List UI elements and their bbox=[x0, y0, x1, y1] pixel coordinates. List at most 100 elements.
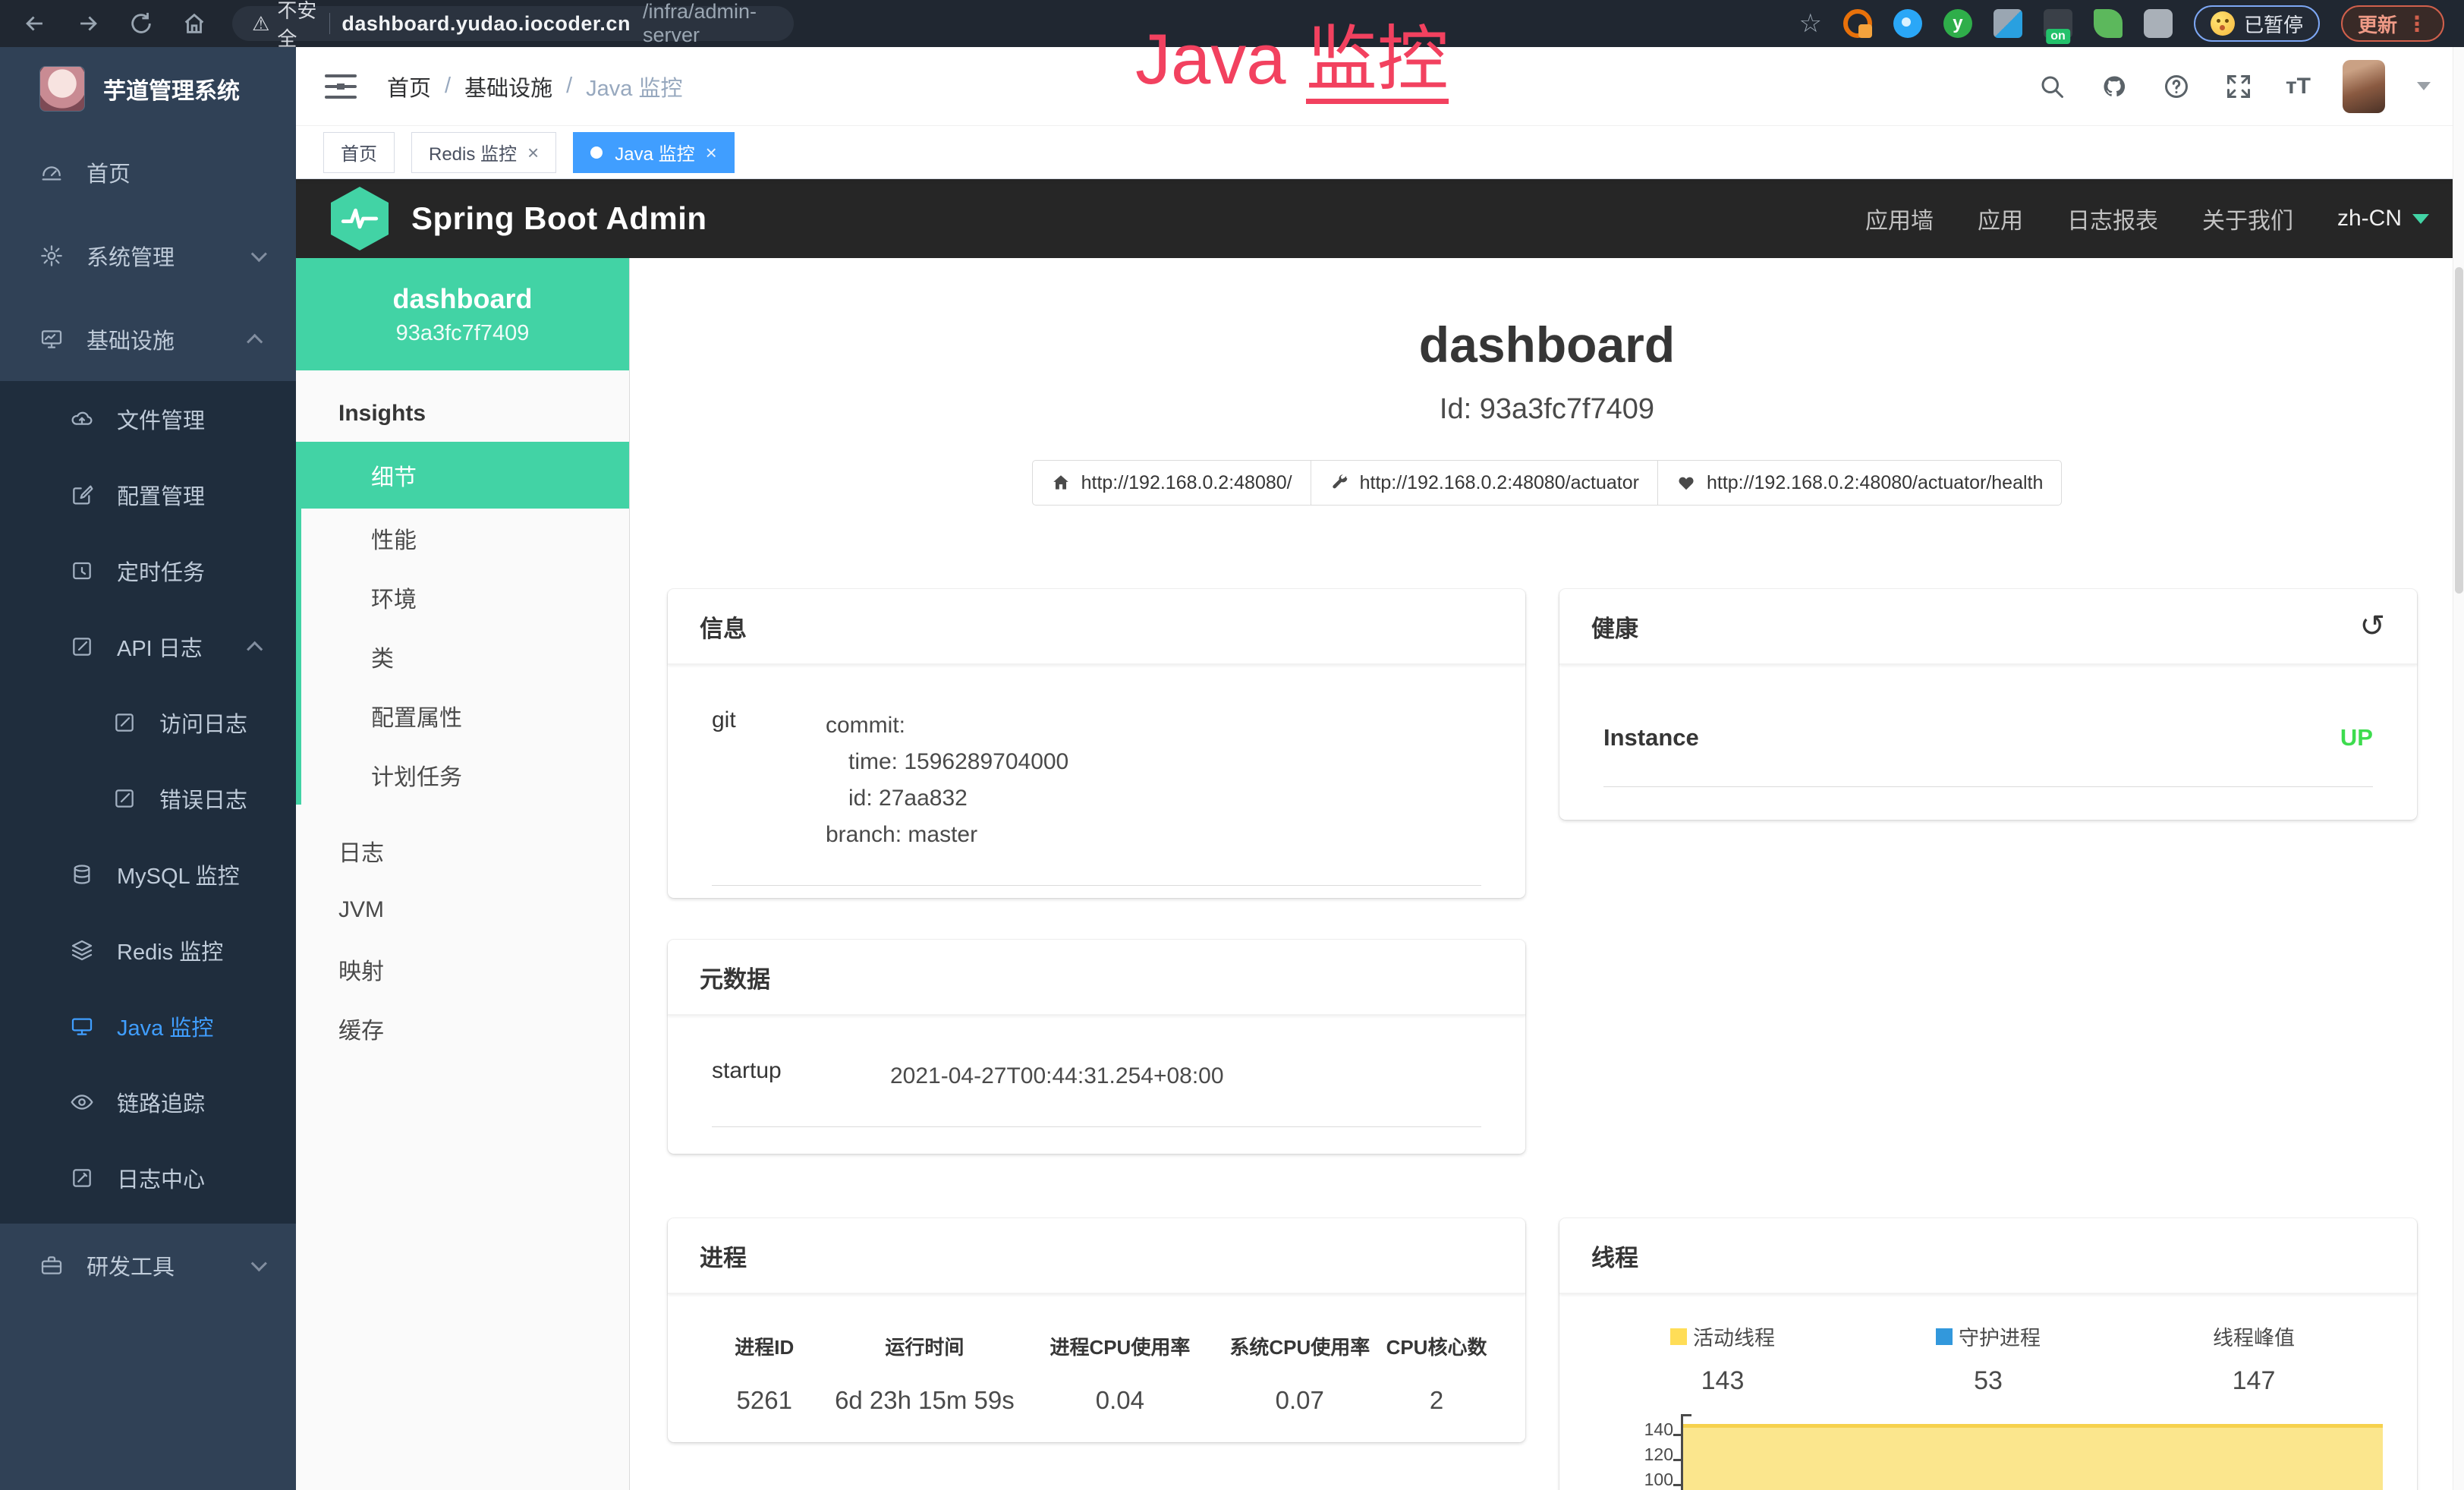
history-icon[interactable]: ↺ bbox=[2359, 609, 2385, 644]
question-icon[interactable] bbox=[2161, 71, 2192, 102]
paused-button[interactable]: 已暂停 bbox=[2194, 5, 2320, 42]
tag-java-monitor[interactable]: Java 监控 × bbox=[573, 132, 735, 173]
health-url-button[interactable]: http://192.168.0.2:48080/actuator/health bbox=[1657, 460, 2062, 506]
extension-leaf-icon[interactable] bbox=[2094, 9, 2123, 38]
sidebar-item-dev-tools[interactable]: 研发工具 bbox=[0, 1224, 296, 1307]
process-card-title: 进程 bbox=[700, 1239, 747, 1273]
sba-nav-about[interactable]: 关于我们 bbox=[2202, 202, 2293, 235]
sidebar-item-label: 基础设施 bbox=[87, 323, 175, 355]
font-size-icon[interactable]: тT bbox=[2286, 74, 2311, 99]
sidebar-item-mysql-monitor[interactable]: MySQL 监控 bbox=[0, 836, 296, 912]
sba-nav-journal[interactable]: 日志报表 bbox=[2067, 202, 2158, 235]
monitor-chart-icon bbox=[39, 327, 64, 351]
app-logo[interactable]: 芋道管理系统 bbox=[0, 47, 296, 131]
yellow-swatch-icon bbox=[1670, 1328, 1687, 1345]
menu-item-details[interactable]: 细节 bbox=[296, 442, 629, 509]
page-scrollbar[interactable] bbox=[2453, 47, 2464, 1490]
legend-value: 147 bbox=[2233, 1366, 2276, 1396]
hamburger-icon[interactable] bbox=[325, 74, 357, 99]
sba-header: Spring Boot Admin 应用墙 应用 日志报表 关于我们 zh-CN bbox=[296, 179, 2464, 258]
locale-selector[interactable]: zh-CN bbox=[2337, 206, 2429, 232]
security-warning[interactable]: ⚠ 不安全 bbox=[252, 0, 317, 52]
instance-links: http://192.168.0.2:48080/ http://192.168… bbox=[630, 460, 2464, 506]
sidebar-item-config-mgmt[interactable]: 配置管理 bbox=[0, 457, 296, 533]
sidebar-item-tracing[interactable]: 链路追踪 bbox=[0, 1064, 296, 1140]
col-system-cpu: 系统CPU使用率 bbox=[1213, 1332, 1386, 1360]
extension-icon[interactable] bbox=[1843, 9, 1872, 38]
sidebar-item-error-log[interactable]: 错误日志 bbox=[0, 761, 296, 836]
bookmark-star-icon[interactable]: ☆ bbox=[1798, 8, 1821, 39]
breadcrumb-infra[interactable]: 基础设施 bbox=[464, 71, 552, 102]
close-icon[interactable]: × bbox=[527, 143, 539, 162]
sba-nav-wallboard[interactable]: 应用墙 bbox=[1865, 202, 1934, 235]
locale-label: zh-CN bbox=[2337, 206, 2402, 232]
update-button[interactable]: 更新 ⋮ bbox=[2341, 5, 2444, 42]
health-instance-row: Instance UP bbox=[1603, 724, 2373, 787]
extensions-puzzle-icon[interactable] bbox=[2144, 9, 2173, 38]
sba-brand[interactable]: Spring Boot Admin bbox=[411, 200, 707, 237]
sidebar-item-system[interactable]: 系统管理 bbox=[0, 214, 296, 298]
sidebar-item-infra[interactable]: 基础设施 bbox=[0, 298, 296, 381]
sidebar-item-access-log[interactable]: 访问日志 bbox=[0, 685, 296, 761]
service-url-button[interactable]: http://192.168.0.2:48080/ bbox=[1032, 460, 1311, 506]
sidebar-item-file-mgmt[interactable]: 文件管理 bbox=[0, 381, 296, 457]
menu-item-jvm[interactable]: JVM bbox=[296, 880, 629, 940]
sba-nav-applications[interactable]: 应用 bbox=[1978, 202, 2023, 235]
startup-value: 2021-04-27T00:44:31.254+08:00 bbox=[890, 1058, 1224, 1095]
menu-item-metrics[interactable]: 性能 bbox=[301, 509, 629, 568]
legend-label: 线程峰值 bbox=[2213, 1321, 2295, 1351]
search-icon[interactable] bbox=[2037, 71, 2067, 102]
sidebar-item-redis-monitor[interactable]: Redis 监控 bbox=[0, 912, 296, 988]
sidebar-item-api-log[interactable]: API 日志 bbox=[0, 609, 296, 685]
back-icon[interactable] bbox=[20, 8, 50, 39]
col-cpu-cores: CPU核心数 bbox=[1386, 1332, 1487, 1360]
extension-switch-icon[interactable]: on bbox=[2044, 9, 2072, 38]
sidebar-item-label: API 日志 bbox=[117, 631, 203, 663]
actuator-url-button[interactable]: http://192.168.0.2:48080/actuator bbox=[1311, 460, 1658, 506]
spring-boot-admin-logo[interactable] bbox=[331, 187, 389, 250]
timer-icon bbox=[70, 559, 94, 583]
address-bar[interactable]: ⚠ 不安全 dashboard.yudao.iocoder.cn/infra/a… bbox=[232, 6, 794, 41]
layers-icon bbox=[70, 938, 94, 962]
extension-pin-icon[interactable] bbox=[1893, 9, 1922, 38]
instance-header[interactable]: dashboard 93a3fc7f7409 bbox=[296, 258, 629, 370]
github-icon[interactable] bbox=[2099, 71, 2129, 102]
user-avatar[interactable] bbox=[2343, 60, 2385, 113]
process-table-header: 进程ID 运行时间 进程CPU使用率 系统CPU使用率 CPU核心数 bbox=[706, 1332, 1487, 1360]
reload-icon[interactable] bbox=[126, 8, 156, 39]
close-icon[interactable]: × bbox=[706, 143, 717, 162]
forward-icon[interactable] bbox=[73, 8, 103, 39]
menu-item-config-props[interactable]: 配置属性 bbox=[301, 686, 629, 745]
git-value: commit: time: 1596289704000 id: 27aa832 … bbox=[826, 707, 1068, 853]
menu-item-environment[interactable]: 环境 bbox=[301, 568, 629, 627]
sidebar-item-java-monitor[interactable]: Java 监控 bbox=[0, 988, 296, 1064]
tag-home[interactable]: 首页 bbox=[323, 132, 395, 173]
sba-main: dashboard Id: 93a3fc7f7409 http://192.16… bbox=[630, 258, 2464, 1490]
java-monitor-icon bbox=[70, 1014, 94, 1038]
health-status-badge: UP bbox=[2340, 724, 2373, 751]
sba-sidebar: dashboard 93a3fc7f7409 Insights 细节 性能 环境… bbox=[296, 258, 630, 1490]
emoji-face-icon bbox=[2211, 11, 2235, 36]
sidebar-item-label: 研发工具 bbox=[87, 1249, 175, 1281]
breadcrumb-home[interactable]: 首页 bbox=[387, 71, 431, 102]
info-card-title: 信息 bbox=[700, 610, 747, 644]
log-icon bbox=[70, 635, 94, 659]
avatar-caret-icon[interactable] bbox=[2417, 82, 2431, 90]
sidebar-item-scheduled-jobs[interactable]: 定时任务 bbox=[0, 533, 296, 609]
metadata-card: 元数据 startup 2021-04-27T00:44:31.254+08:0… bbox=[668, 940, 1525, 1154]
extension-y-icon[interactable]: y bbox=[1943, 9, 1972, 38]
extension-grid-icon[interactable] bbox=[1994, 9, 2022, 38]
tag-redis-monitor[interactable]: Redis 监控 × bbox=[411, 132, 556, 173]
health-card-header: 健康 ↺ bbox=[1559, 589, 2417, 665]
sidebar-item-home[interactable]: 首页 bbox=[0, 131, 296, 214]
menu-item-mappings[interactable]: 映射 bbox=[296, 940, 629, 999]
menu-item-scheduled-tasks[interactable]: 计划任务 bbox=[301, 745, 629, 805]
scrollbar-thumb[interactable] bbox=[2455, 267, 2463, 594]
home-icon[interactable] bbox=[179, 8, 209, 39]
val-uptime: 6d 23h 15m 59s bbox=[823, 1386, 1027, 1415]
sidebar-item-log-center[interactable]: 日志中心 bbox=[0, 1140, 296, 1216]
menu-item-logging[interactable]: 日志 bbox=[296, 821, 629, 880]
fullscreen-icon[interactable] bbox=[2223, 71, 2254, 102]
menu-item-caches[interactable]: 缓存 bbox=[296, 999, 629, 1058]
menu-item-classes[interactable]: 类 bbox=[301, 627, 629, 686]
